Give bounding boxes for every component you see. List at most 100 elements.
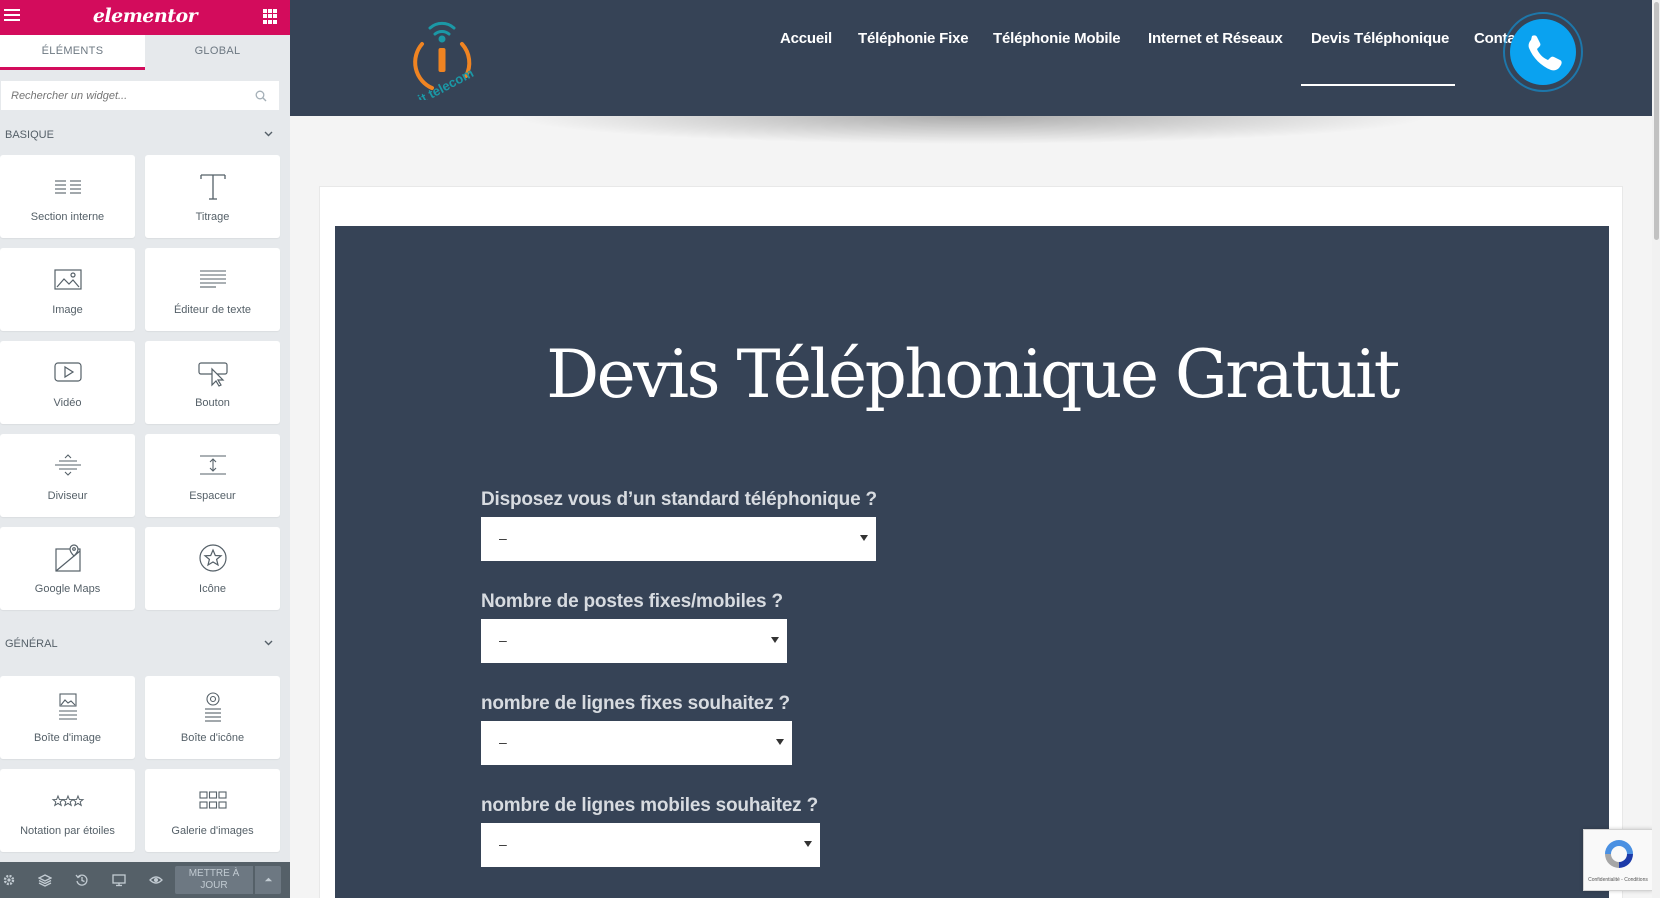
question-label-lignes-mobiles: nombre de lignes mobiles souhaitez ? <box>481 795 818 816</box>
widget-label: Espaceur <box>189 490 236 502</box>
widget-heading[interactable]: Titrage <box>145 155 280 238</box>
widget-inner-section[interactable]: Section interne <box>0 155 135 238</box>
widget-search-input[interactable] <box>1 81 279 110</box>
select-standard[interactable]: – <box>481 517 876 561</box>
main-navigation: Accueil Téléphonie Fixe Téléphonie Mobil… <box>290 30 1652 60</box>
site-header: it telecom Accueil Téléphonie Fixe Télép… <box>290 0 1652 116</box>
update-button[interactable]: METTRE À JOUR <box>175 866 253 894</box>
panel-header: elementor <box>0 0 290 35</box>
nav-item-accueil[interactable]: Accueil <box>780 30 832 47</box>
stars-icon <box>51 794 84 807</box>
category-title: GÉNÉRAL <box>5 638 58 650</box>
widget-grid-basique: Section interne Titrage Image Éditeur de… <box>0 155 280 620</box>
question-label-standard: Disposez vous d’un standard téléphonique… <box>481 489 877 510</box>
nav-item-telephonie-mobile[interactable]: Téléphonie Mobile <box>993 30 1121 47</box>
select-value: – <box>499 836 507 852</box>
chevron-down-icon <box>264 640 273 646</box>
video-play-icon <box>53 362 82 382</box>
widget-video[interactable]: Vidéo <box>0 341 135 424</box>
nav-item-telephonie-fixe[interactable]: Téléphonie Fixe <box>858 30 969 47</box>
divider-icon <box>54 454 81 476</box>
save-options-button[interactable] <box>255 866 281 894</box>
widget-button[interactable]: Bouton <box>145 341 280 424</box>
button-cursor-icon <box>197 362 228 387</box>
select-postes[interactable]: – <box>481 619 787 663</box>
dropdown-arrow-icon <box>860 535 868 541</box>
dropdown-arrow-icon <box>804 841 812 847</box>
recaptcha-icon <box>1605 840 1633 868</box>
widget-search <box>0 80 280 111</box>
widget-label: Diviseur <box>47 490 88 502</box>
widget-spacer[interactable]: Espaceur <box>145 434 280 517</box>
widget-label: Galerie d'images <box>171 825 254 837</box>
widgets-grid-icon[interactable] <box>263 9 278 24</box>
widget-image-box[interactable]: Boîte d'image <box>0 676 135 759</box>
tab-global[interactable]: GLOBAL <box>145 35 290 70</box>
question-label-lignes-fixes: nombre de lignes fixes souhaitez ? <box>481 693 790 714</box>
image-icon <box>53 269 82 290</box>
nav-item-devis-telephonique[interactable]: Devis Téléphonique <box>1311 30 1449 47</box>
widget-label: Google Maps <box>34 583 101 595</box>
page-scrollbar[interactable] <box>1652 0 1660 898</box>
panel-tabs: ÉLÉMENTS GLOBAL <box>0 35 290 70</box>
widget-image[interactable]: Image <box>0 248 135 331</box>
chevron-down-icon <box>264 131 273 137</box>
widget-label: Section interne <box>30 211 105 223</box>
settings-gear-icon[interactable] <box>2 873 16 887</box>
recaptcha-badge[interactable]: Confidentialité - Conditions <box>1583 829 1653 891</box>
widget-label: Icône <box>199 583 226 595</box>
history-icon[interactable] <box>75 873 89 887</box>
select-value: – <box>499 530 507 546</box>
spacer-icon <box>199 455 226 475</box>
gallery-grid-icon <box>198 791 227 809</box>
quote-form-section: Devis Téléphonique Gratuit Disposez vous… <box>335 226 1609 898</box>
panel-footer: METTRE À JOUR <box>0 862 290 898</box>
elementor-panel: elementor ÉLÉMENTS GLOBAL BASIQUE Sectio… <box>0 0 290 898</box>
widget-label: Boîte d'image <box>34 732 101 744</box>
site-preview: it telecom Accueil Téléphonie Fixe Télép… <box>290 0 1652 898</box>
widget-star-rating[interactable]: Notation par étoiles <box>0 769 135 852</box>
widget-label: Bouton <box>195 397 230 409</box>
widget-label: Titrage <box>195 211 230 223</box>
widget-google-maps[interactable]: Google Maps <box>0 527 135 610</box>
scrollbar-thumb[interactable] <box>1654 2 1659 240</box>
map-pin-icon <box>54 544 81 572</box>
category-title: BASIQUE <box>5 129 54 141</box>
select-lignes-fixes[interactable]: – <box>481 721 792 765</box>
dropdown-arrow-icon <box>776 739 784 745</box>
widget-label: Notation par étoiles <box>20 825 115 837</box>
active-nav-indicator <box>1301 84 1455 86</box>
icon-box-icon <box>204 692 221 722</box>
widget-icon-box[interactable]: Boîte d'icône <box>145 676 280 759</box>
inner-section-icon <box>54 180 81 194</box>
category-basique[interactable]: BASIQUE <box>0 115 290 155</box>
category-general[interactable]: GÉNÉRAL <box>0 624 290 664</box>
caret-up-icon <box>264 877 273 882</box>
preview-eye-icon[interactable] <box>149 873 163 887</box>
header-shadow <box>290 116 1652 156</box>
widget-label: Boîte d'icône <box>180 732 245 744</box>
widget-icon[interactable]: Icône <box>145 527 280 610</box>
widget-label: Vidéo <box>53 397 82 409</box>
widget-label: Image <box>52 304 83 316</box>
image-box-icon <box>58 693 77 720</box>
select-lignes-mobiles[interactable]: – <box>481 823 820 867</box>
search-icon[interactable] <box>255 90 267 102</box>
star-circle-icon <box>198 544 227 572</box>
call-button[interactable] <box>1503 12 1583 92</box>
widget-text-editor[interactable]: Éditeur de texte <box>145 248 280 331</box>
select-value: – <box>499 632 507 648</box>
select-value: – <box>499 734 507 750</box>
dropdown-arrow-icon <box>771 637 779 643</box>
text-editor-icon <box>199 270 226 288</box>
widget-divider[interactable]: Diviseur <box>0 434 135 517</box>
navigator-layers-icon[interactable] <box>38 873 52 887</box>
recaptcha-terms[interactable]: Confidentialité - Conditions <box>1584 877 1652 883</box>
responsive-desktop-icon[interactable] <box>112 873 126 887</box>
nav-item-internet-reseaux[interactable]: Internet et Réseaux <box>1148 30 1283 47</box>
question-label-postes: Nombre de postes fixes/mobiles ? <box>481 591 783 612</box>
widget-label: Éditeur de texte <box>173 304 252 316</box>
widget-image-gallery[interactable]: Galerie d'images <box>145 769 280 852</box>
tab-elements[interactable]: ÉLÉMENTS <box>0 35 145 70</box>
elementor-logo: elementor <box>92 5 198 27</box>
